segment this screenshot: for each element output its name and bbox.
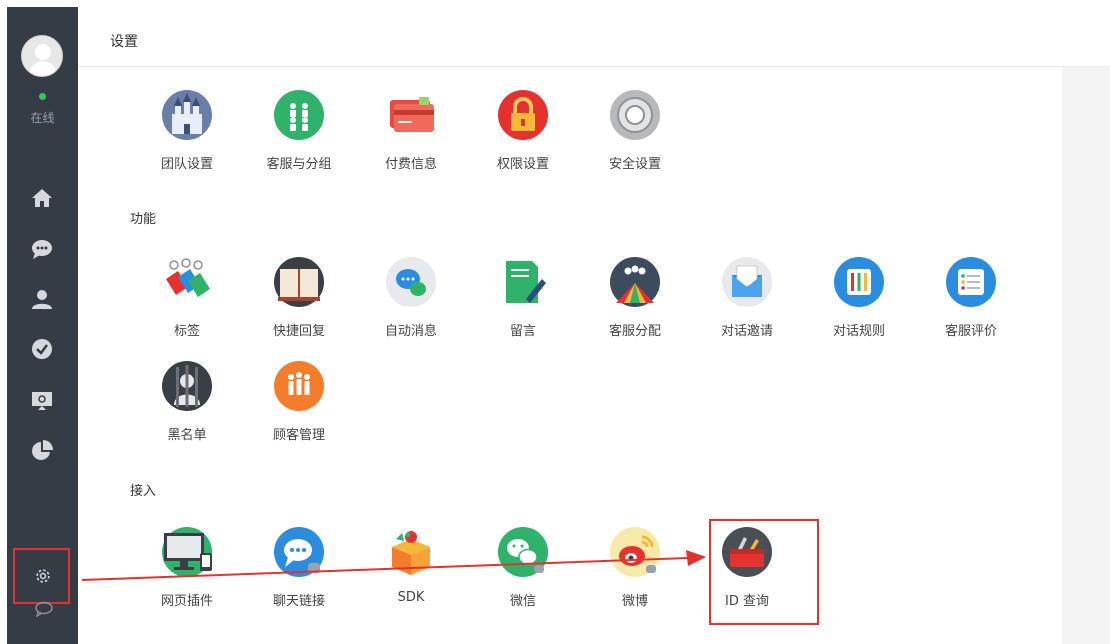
tile-label: 留言 bbox=[509, 324, 536, 339]
tile-label: 对话邀请 bbox=[720, 324, 773, 339]
page-header: 设置 bbox=[78, 7, 1110, 67]
section-title-access: 接入 bbox=[130, 484, 157, 499]
group-icon bbox=[274, 90, 324, 140]
web-plugin-tile[interactable]: 网页插件 bbox=[142, 527, 232, 617]
leave-message-tile[interactable]: 留言 bbox=[478, 257, 568, 347]
sdk-tile[interactable]: SDK bbox=[366, 527, 456, 617]
monitor-icon[interactable] bbox=[29, 388, 55, 414]
tile-label: 黑名单 bbox=[167, 428, 207, 443]
tile-label: 客服分配 bbox=[608, 324, 661, 339]
tile-label: 权限设置 bbox=[496, 157, 549, 172]
safe-dial-icon bbox=[610, 90, 660, 140]
tags-icon bbox=[166, 258, 210, 297]
permissions-tile[interactable]: 权限设置 bbox=[478, 90, 568, 180]
tile-label: 客服评价 bbox=[944, 324, 997, 339]
sliders-icon bbox=[834, 257, 884, 307]
tile-label: 标签 bbox=[173, 324, 200, 339]
tile-label: 团队设置 bbox=[160, 157, 213, 172]
page-title: 设置 bbox=[110, 34, 138, 50]
billing-tile[interactable]: 付费信息 bbox=[366, 90, 456, 180]
envelope-icon bbox=[722, 257, 772, 307]
blacklist-icon bbox=[162, 361, 212, 411]
checklist-icon bbox=[946, 257, 996, 307]
auto-message-tile[interactable]: 自动消息 bbox=[366, 257, 456, 347]
chat-link-icon bbox=[274, 527, 324, 577]
wechat-tile[interactable]: 微信 bbox=[478, 527, 568, 617]
tile-label: 客服与分组 bbox=[266, 157, 332, 172]
chat-invite-tile[interactable]: 对话邀请 bbox=[702, 257, 792, 347]
lock-icon bbox=[498, 90, 548, 140]
scroll-gutter bbox=[1062, 67, 1110, 644]
check-circle-icon[interactable] bbox=[29, 336, 55, 362]
chat-link-tile[interactable]: 聊天链接 bbox=[254, 527, 344, 617]
tile-label: 自动消息 bbox=[384, 324, 437, 339]
wechat-icon bbox=[498, 527, 548, 577]
agents-groups-tile[interactable]: 客服与分组 bbox=[254, 90, 344, 180]
id-lookup-highlight-box bbox=[709, 519, 819, 625]
customers-icon bbox=[274, 361, 324, 411]
pie-chart-icon[interactable] bbox=[29, 438, 55, 464]
tile-label: SDK bbox=[397, 590, 425, 605]
tile-label: 对话规则 bbox=[832, 324, 885, 339]
assign-icon bbox=[610, 257, 660, 307]
chat-outline-icon[interactable] bbox=[34, 601, 54, 617]
note-pen-icon bbox=[506, 261, 546, 303]
chat-bubble-icon[interactable] bbox=[29, 236, 55, 262]
app-window: 在线 设置 团队设置 客服与分组 付费信息 权限设置 安全设置 功能 标签 快捷… bbox=[0, 0, 1110, 644]
team-settings-tile[interactable]: 团队设置 bbox=[142, 90, 232, 180]
customer-management-tile[interactable]: 顾客管理 bbox=[254, 361, 344, 451]
auto-message-icon bbox=[386, 257, 436, 307]
avatar[interactable] bbox=[21, 35, 63, 77]
weibo-tile[interactable]: 微博 bbox=[590, 527, 680, 617]
online-status-text: 在线 bbox=[30, 111, 55, 125]
monitor-plugin-icon bbox=[162, 527, 212, 577]
online-status-dot bbox=[39, 93, 46, 100]
user-icon[interactable] bbox=[29, 286, 55, 312]
security-tile[interactable]: 安全设置 bbox=[590, 90, 680, 180]
settings-button[interactable] bbox=[13, 548, 70, 604]
weibo-icon bbox=[610, 527, 660, 577]
tile-label: 付费信息 bbox=[384, 157, 437, 172]
home-icon[interactable] bbox=[29, 185, 55, 211]
quick-reply-tile[interactable]: 快捷回复 bbox=[254, 257, 344, 347]
tile-label: 顾客管理 bbox=[272, 428, 325, 443]
agent-rating-tile[interactable]: 客服评价 bbox=[926, 257, 1016, 347]
tile-label: 聊天链接 bbox=[272, 594, 325, 609]
book-icon bbox=[274, 257, 324, 307]
tile-label: 微信 bbox=[509, 594, 536, 609]
chat-rules-tile[interactable]: 对话规则 bbox=[814, 257, 904, 347]
sidebar: 在线 bbox=[7, 7, 78, 644]
tile-label: 微博 bbox=[621, 594, 648, 609]
tile-label: 安全设置 bbox=[608, 157, 661, 172]
gear-icon bbox=[36, 569, 50, 583]
tags-tile[interactable]: 标签 bbox=[142, 257, 232, 347]
sdk-box-icon bbox=[392, 531, 430, 575]
section-title-features: 功能 bbox=[130, 212, 157, 227]
agent-assign-tile[interactable]: 客服分配 bbox=[590, 257, 680, 347]
castle-icon bbox=[162, 90, 212, 140]
blacklist-tile[interactable]: 黑名单 bbox=[142, 361, 232, 451]
tile-label: 快捷回复 bbox=[272, 324, 325, 339]
credit-card-icon bbox=[390, 97, 434, 132]
tile-label: 网页插件 bbox=[160, 594, 213, 609]
